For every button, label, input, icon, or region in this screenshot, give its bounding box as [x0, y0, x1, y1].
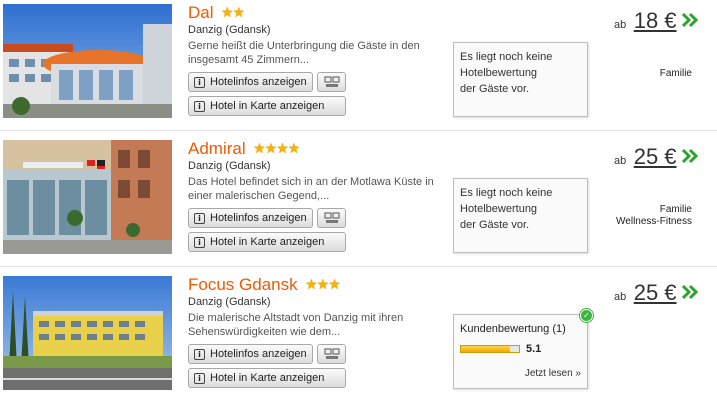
- rating-bar-fill: [461, 346, 511, 352]
- hotel-tag: Familie: [659, 204, 692, 215]
- hotel-title-line: Admiral ★★★★: [188, 139, 301, 161]
- review-text-line: Es liegt noch keine: [460, 51, 553, 63]
- price-value[interactable]: 18 €: [634, 8, 677, 33]
- review-text-line: Hotelbewertung: [460, 67, 538, 79]
- double-chevron-right-icon[interactable]: [680, 10, 700, 30]
- check-icon: ✓: [580, 309, 593, 322]
- hotel-tags: Familie Wellness-Fitness: [616, 204, 692, 228]
- hotel-description: Das Hotel befindet sich in an der Motlaw…: [188, 176, 434, 202]
- star-rating: ★★★★: [253, 140, 301, 158]
- info-icon: i: [194, 76, 205, 88]
- row-divider: [0, 130, 717, 131]
- hotel-info-label: Hotelinfos anzeigen: [210, 76, 307, 88]
- info-icon: i: [194, 100, 205, 112]
- price: ab 25 €: [614, 144, 677, 170]
- compare-icon: [324, 76, 339, 87]
- hotel-description: Gerne heißt die Unterbringung die Gäste …: [188, 40, 420, 66]
- hotel-title-line: Focus Gdansk ★★★: [188, 275, 341, 297]
- star-icon: ★: [328, 276, 341, 292]
- hotel-city: Danzig (Gdansk): [188, 296, 271, 308]
- star-rating: ★★★: [305, 276, 341, 294]
- hotel-map-label: Hotel in Karte anzeigen: [210, 236, 325, 248]
- price: ab 25 €: [614, 280, 677, 306]
- read-reviews-link[interactable]: Jetzt lesen »: [525, 366, 581, 382]
- review-box: Es liegt noch keine Hotelbewertung der G…: [453, 42, 588, 117]
- review-text-line: Es liegt noch keine: [460, 187, 553, 199]
- hotel-city: Danzig (Gdansk): [188, 24, 271, 36]
- compare-button[interactable]: [317, 208, 346, 228]
- compare-button[interactable]: [317, 72, 346, 92]
- hotel-tag: Familie: [659, 68, 692, 79]
- hotel-map-button[interactable]: i Hotel in Karte anzeigen: [188, 96, 346, 116]
- row-divider: [0, 266, 717, 267]
- compare-icon: [324, 348, 339, 359]
- review-text-line: Hotelbewertung: [460, 203, 538, 215]
- price-prefix: ab: [614, 291, 627, 303]
- rating-score: 5.1: [526, 343, 542, 355]
- hotel-info-button[interactable]: i Hotelinfos anzeigen: [188, 72, 313, 92]
- price-prefix: ab: [614, 19, 627, 31]
- compare-button[interactable]: [317, 344, 346, 364]
- hotel-info-label: Hotelinfos anzeigen: [210, 212, 307, 224]
- rating-bar-wrap: 5.1: [460, 341, 581, 357]
- rating-bar: [460, 345, 520, 353]
- hotel-description: Die malerische Altstadt von Danzig mit i…: [188, 312, 404, 338]
- price-value[interactable]: 25 €: [634, 280, 677, 305]
- double-chevron-right-icon[interactable]: [680, 146, 700, 166]
- price-prefix: ab: [614, 155, 627, 167]
- hotel-tags: Familie: [660, 68, 692, 80]
- hotel-map-label: Hotel in Karte anzeigen: [210, 100, 325, 112]
- compare-icon: [324, 212, 339, 223]
- review-title: Kundenbewertung (1): [460, 323, 566, 335]
- hotel-name[interactable]: Dal: [188, 3, 214, 22]
- review-text-line: der Gäste vor.: [460, 219, 530, 231]
- hotel-tag: Wellness-Fitness: [616, 216, 692, 227]
- star-rating: ★★: [221, 4, 246, 22]
- hotel-info-button[interactable]: i Hotelinfos anzeigen: [188, 344, 313, 364]
- review-box: Es liegt noch keine Hotelbewertung der G…: [453, 178, 588, 253]
- double-chevron-right-icon[interactable]: [680, 282, 700, 302]
- hotel-map-label: Hotel in Karte anzeigen: [210, 372, 325, 384]
- price: ab 18 €: [614, 8, 677, 34]
- hotel-title-line: Dal ★★: [188, 3, 246, 25]
- hotel-map-button[interactable]: i Hotel in Karte anzeigen: [188, 232, 346, 252]
- hotel-info-button[interactable]: i Hotelinfos anzeigen: [188, 208, 313, 228]
- info-icon: i: [194, 236, 205, 248]
- hotel-row-admiral: Admiral ★★★★ Danzig (Gdansk) Das Hotel b…: [0, 136, 717, 268]
- hotel-info-label: Hotelinfos anzeigen: [210, 348, 307, 360]
- hotel-name[interactable]: Admiral: [188, 139, 246, 158]
- star-icon: ★: [287, 140, 301, 156]
- hotel-name[interactable]: Focus Gdansk: [188, 275, 298, 294]
- hotel-photo[interactable]: [3, 140, 172, 254]
- hotel-map-button[interactable]: i Hotel in Karte anzeigen: [188, 368, 346, 388]
- hotel-row-dal: Dal ★★ Danzig (Gdansk) Gerne heißt die U…: [0, 0, 717, 132]
- review-box[interactable]: Kundenbewertung (1) 5.1 Jetzt lesen » ✓: [453, 309, 593, 389]
- hotel-photo[interactable]: [3, 4, 172, 118]
- hotel-city: Danzig (Gdansk): [188, 160, 271, 172]
- info-icon: i: [194, 372, 205, 384]
- review-text-line: der Gäste vor.: [460, 83, 530, 95]
- info-icon: i: [194, 212, 205, 224]
- hotel-photo[interactable]: [3, 276, 172, 390]
- star-icon: ★: [232, 4, 246, 20]
- price-value[interactable]: 25 €: [634, 144, 677, 169]
- hotel-row-focus-gdansk: Focus Gdansk ★★★ Danzig (Gdansk) Die mal…: [0, 272, 717, 403]
- info-icon: i: [194, 348, 205, 360]
